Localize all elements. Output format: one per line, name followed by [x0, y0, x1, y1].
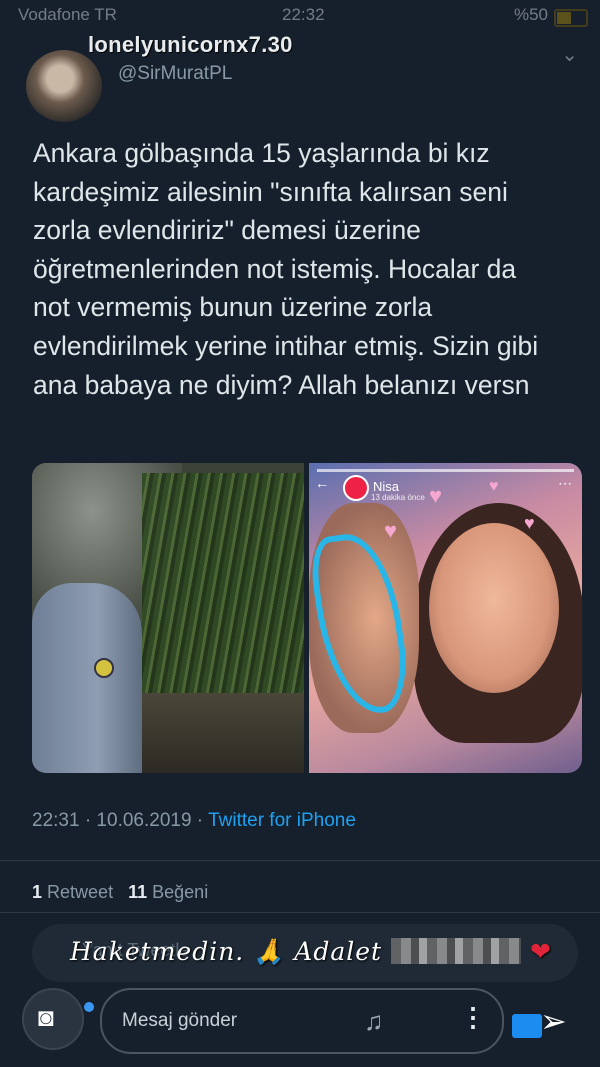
story-progress	[317, 469, 574, 472]
bell-icon[interactable]: ♫	[364, 1006, 384, 1037]
heart-sticker: ♥	[429, 483, 443, 508]
tweet-source-link[interactable]: Twitter for iPhone	[208, 810, 356, 831]
camera-button[interactable]: ◙	[22, 988, 84, 1050]
battery-icon	[554, 9, 588, 27]
tweet-media[interactable]: ← Nisa 13 dakika önce ⋯ ♥ ♥ ♥ ♥	[32, 463, 582, 773]
status-bar: Vodafone TR 22:32 %50	[0, 0, 600, 30]
heart-sticker: ♥	[524, 513, 535, 533]
tweet-meta: 22:31 · 10.06.2019 · Twitter for iPhone	[32, 810, 356, 832]
divider	[0, 860, 600, 861]
camera-icon: ◙	[38, 1002, 54, 1032]
heart-emoji: ❤	[529, 937, 552, 966]
pixelated-redaction	[391, 938, 522, 964]
heart-sticker: ♥	[384, 518, 398, 543]
chevron-down-icon[interactable]: ⌄	[561, 42, 578, 67]
battery-percent: %50	[513, 5, 548, 24]
story-username-label: Nisa	[373, 479, 400, 494]
divider	[0, 912, 600, 913]
more-options-icon[interactable]: ⋮	[460, 1002, 486, 1033]
retweet-count[interactable]: 1	[32, 882, 42, 902]
caption-text: Haketmedin. 🙏 Adalet	[70, 937, 383, 966]
media-photo-left[interactable]	[32, 463, 304, 773]
tweet-handle[interactable]: @SirMuratPL	[118, 63, 232, 85]
message-placeholder: Mesaj gönder	[122, 1010, 238, 1031]
back-arrow-icon: ←	[315, 475, 329, 491]
send-icon[interactable]: ➢	[540, 1002, 567, 1040]
story-avatar	[343, 475, 369, 501]
tweet-text: Ankara gölbaşında 15 yaşlarında bi kız k…	[33, 138, 539, 400]
notification-dot	[84, 1002, 94, 1012]
like-label[interactable]: Beğeni	[152, 882, 208, 902]
like-count[interactable]: 11	[128, 882, 147, 902]
story-caption: Haketmedin. 🙏 Adalet ❤	[70, 937, 552, 967]
heart-sticker: ♥	[489, 478, 499, 495]
story-time: 13 dakika önce	[371, 493, 425, 502]
story-username: lonelyunicornx7.30	[88, 32, 293, 57]
tweet-timestamp: 22:31 · 10.06.2019 ·	[32, 810, 209, 831]
media-photo-right[interactable]: ← Nisa 13 dakika önce ⋯ ♥ ♥ ♥ ♥	[309, 463, 582, 773]
message-input[interactable]: Mesaj gönder	[100, 988, 504, 1054]
tweet-header: lonelyunicornx7.30 @SirMuratPL ⌄	[0, 28, 600, 122]
badge	[94, 658, 114, 678]
more-dots-icon: ⋯	[558, 475, 572, 491]
mail-icon[interactable]	[512, 1014, 542, 1038]
avatar[interactable]	[26, 50, 102, 122]
retweet-label[interactable]: Retweet	[47, 882, 113, 902]
officer-figure	[32, 583, 142, 773]
tweet-stats: 1 Retweet 11 Beğeni	[32, 882, 208, 903]
clock: 22:32	[282, 5, 325, 24]
carrier-label: Vodafone TR	[18, 5, 117, 24]
